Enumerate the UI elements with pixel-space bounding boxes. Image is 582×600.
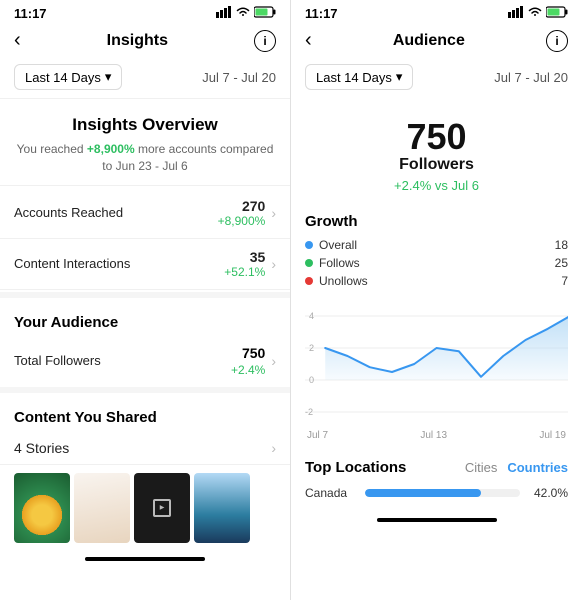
growth-section: Growth Overall 18 Follows 25 Unollo	[291, 203, 582, 451]
locations-tabs: Cities Countries	[465, 460, 568, 475]
signal-icon	[216, 6, 232, 21]
chevron-icon: ›	[271, 205, 276, 221]
chevron-icon-3: ›	[271, 353, 276, 369]
battery-icon-left	[254, 6, 276, 21]
location-canada: Canada 42.0%	[305, 486, 568, 500]
back-button-left[interactable]: ‹	[14, 29, 21, 52]
story-thumb-1[interactable]	[14, 473, 70, 543]
legend-unfollows: Unollows 7	[305, 274, 568, 288]
date-filter-right[interactable]: Last 14 Days ▾	[305, 64, 413, 90]
x-label-3: Jul 19	[539, 430, 566, 441]
date-range-left: Jul 7 - Jul 20	[202, 70, 276, 85]
time-right: 11:17	[305, 6, 338, 21]
signal-icon-right	[508, 6, 524, 21]
battery-icon-right	[546, 6, 568, 21]
unfollows-dot	[305, 277, 313, 285]
unfollows-value: 7	[561, 274, 568, 288]
filter-row-right: Last 14 Days ▾ Jul 7 - Jul 20	[291, 58, 582, 96]
chevron-icon-2: ›	[271, 256, 276, 272]
status-icons-right	[508, 6, 568, 21]
content-interactions-row[interactable]: Content Interactions 35 +52.1% ›	[0, 239, 290, 290]
follows-dot	[305, 259, 313, 267]
tab-countries[interactable]: Countries	[507, 460, 568, 475]
accounts-reached-change: +8,900%	[218, 214, 266, 228]
followers-number: 750	[305, 116, 568, 158]
location-bar-canada	[365, 489, 481, 497]
info-button-right[interactable]: i	[546, 30, 568, 52]
top-locations-section: Top Locations Cities Countries Canada 42…	[291, 451, 582, 512]
followers-change: +2.4%	[231, 363, 265, 377]
location-pct-canada: 42.0%	[528, 486, 568, 500]
svg-text:-2: -2	[305, 407, 313, 417]
wifi-icon-right	[528, 7, 542, 20]
follows-value: 25	[555, 256, 568, 270]
page-title-left: Insights	[107, 32, 168, 50]
accounts-reached-value: 270	[218, 198, 266, 214]
followers-hero-label: Followers	[305, 156, 568, 174]
nav-bar-right: ‹ Audience i	[291, 23, 582, 58]
stories-label: 4 Stories	[14, 440, 69, 456]
info-button-left[interactable]: i	[254, 30, 276, 52]
legend-overall: Overall 18	[305, 238, 568, 252]
svg-text:2: 2	[309, 343, 314, 353]
story-thumbnails	[0, 465, 290, 551]
story-thumb-3[interactable]	[134, 473, 190, 543]
x-label-1: Jul 7	[307, 430, 328, 441]
content-section-header: Content You Shared	[0, 395, 290, 432]
locations-header: Top Locations Cities Countries	[305, 459, 568, 476]
page-title-right: Audience	[393, 32, 465, 50]
accounts-reached-label: Accounts Reached	[14, 205, 123, 220]
legend-follows: Follows 25	[305, 256, 568, 270]
wifi-icon	[236, 7, 250, 20]
followers-label: Total Followers	[14, 353, 101, 368]
svg-text:0: 0	[309, 375, 314, 385]
unfollows-label: Unollows	[319, 274, 368, 288]
followers-value: 750	[242, 345, 265, 361]
audience-section-header: Your Audience	[0, 300, 290, 337]
content-interactions-value: 35	[224, 249, 265, 265]
status-bar-right: 11:17	[291, 0, 582, 23]
status-bar-left: 11:17	[0, 0, 290, 23]
total-followers-row[interactable]: Total Followers 750 +2.4% ›	[0, 337, 290, 385]
chevron-icon-4: ›	[271, 440, 276, 456]
x-label-2: Jul 13	[420, 430, 447, 441]
followers-hero-change: +2.4% vs Jul 6	[305, 178, 568, 193]
time-left: 11:17	[14, 6, 47, 21]
growth-legend: Overall 18 Follows 25 Unollows 7	[305, 238, 568, 288]
story-thumb-4[interactable]	[194, 473, 250, 543]
overview-heading: Insights Overview	[14, 115, 276, 135]
home-indicator-right	[377, 518, 497, 522]
follows-label: Follows	[319, 256, 360, 270]
growth-title: Growth	[305, 213, 568, 230]
overall-value: 18	[555, 238, 568, 252]
date-filter-left[interactable]: Last 14 Days ▾	[14, 64, 122, 90]
content-interactions-label: Content Interactions	[14, 256, 130, 271]
date-range-right: Jul 7 - Jul 20	[494, 70, 568, 85]
tab-cities[interactable]: Cities	[465, 460, 498, 475]
growth-chart-svg: 4 2 0 -2	[305, 296, 568, 426]
home-indicator-left	[85, 557, 205, 561]
story-thumb-2[interactable]	[74, 473, 130, 543]
svg-text:4: 4	[309, 311, 314, 321]
content-interactions-change: +52.1%	[224, 265, 265, 279]
location-bar-wrap	[365, 489, 520, 497]
stories-row[interactable]: 4 Stories ›	[0, 432, 290, 465]
left-panel: 11:17 ‹ Insights i Last 14 Days ▾ Jul 7 …	[0, 0, 291, 600]
filter-row-left: Last 14 Days ▾ Jul 7 - Jul 20	[0, 58, 290, 96]
overall-dot	[305, 241, 313, 249]
locations-title: Top Locations	[305, 459, 406, 476]
chart-x-labels: Jul 7 Jul 13 Jul 19	[305, 430, 568, 441]
overview-description: You reached +8,900% more accounts compar…	[14, 141, 276, 175]
accounts-reached-row[interactable]: Accounts Reached 270 +8,900% ›	[0, 188, 290, 239]
status-icons-left	[216, 6, 276, 21]
insights-overview: Insights Overview You reached +8,900% mo…	[0, 101, 290, 183]
location-name-canada: Canada	[305, 486, 357, 500]
growth-chart: 4 2 0 -2	[305, 296, 568, 426]
followers-hero: 750 Followers +2.4% vs Jul 6	[291, 96, 582, 203]
nav-bar-left: ‹ Insights i	[0, 23, 290, 58]
back-button-right[interactable]: ‹	[305, 29, 312, 52]
overall-label: Overall	[319, 238, 357, 252]
right-panel: 11:17 ‹ Audience i Last 14 Days ▾ Jul 7 …	[291, 0, 582, 600]
